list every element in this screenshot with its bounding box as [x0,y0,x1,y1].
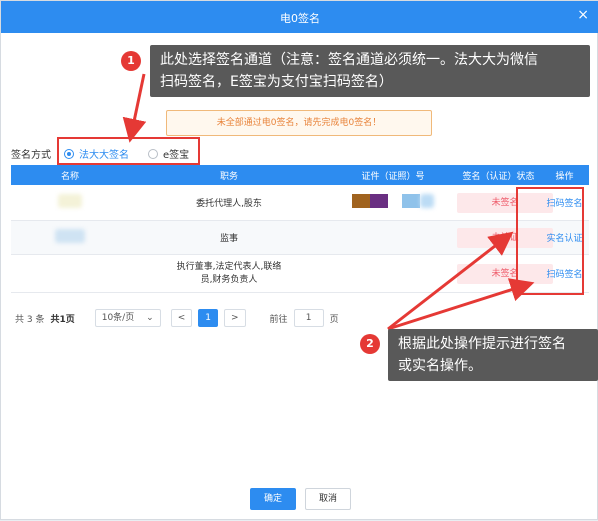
arrow-to-sign-method [122,73,147,143]
callout-1-line: 此处选择签名通道（注意：签名通道必须统一。法大大为微信 [160,52,538,68]
arrow-to-actions-middle [387,231,514,331]
callout-1-line: 扫码签名，E签宝为支付宝扫码签名） [160,74,393,90]
callout-badge-2: 2 [360,334,380,354]
sign-dialog: 电0签名 × 未全部通过电0签名，请先完成电0签名！ 签名方式 法大大签名 e签… [0,0,598,520]
callout-2-line: 或实名操作。 [398,358,482,374]
cancel-button[interactable]: 取消 [305,488,351,510]
callout-1: 此处选择签名通道（注意：签名通道必须统一。法大大为微信 扫码签名，E签宝为支付宝… [150,45,590,97]
callout-2: 根据此处操作提示进行签名 或实名操作。 [388,329,598,381]
callout-badge-1: 1 [121,51,141,71]
confirm-button[interactable]: 确定 [250,488,296,510]
arrow-to-actions-bottom [387,278,535,331]
callout-2-line: 根据此处操作提示进行签名 [398,336,566,352]
